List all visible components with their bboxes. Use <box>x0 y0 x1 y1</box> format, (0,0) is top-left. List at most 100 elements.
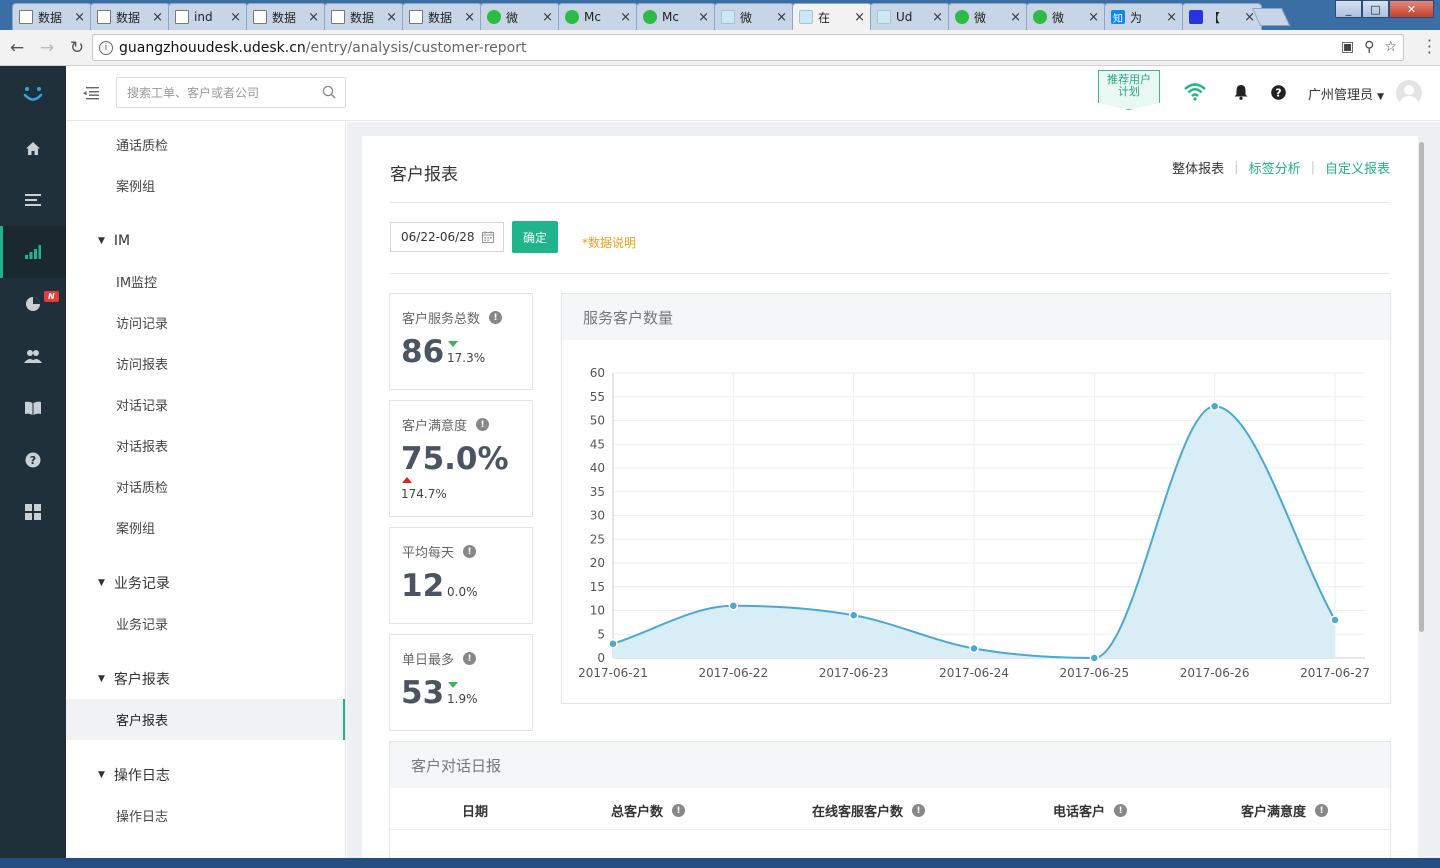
minimize-button[interactable]: _ <box>1335 0 1362 18</box>
collapse-sidebar-icon[interactable] <box>82 86 99 104</box>
date-range-picker[interactable]: 06/22-06/28 <box>390 222 504 252</box>
tickets-list-icon[interactable] <box>0 174 66 226</box>
nav-item[interactable]: 通话质检 <box>66 124 345 165</box>
page-scrollbar[interactable] <box>1418 122 1426 632</box>
cast-icon[interactable]: ▣ <box>1341 39 1354 55</box>
nav-item[interactable]: 对话质检 <box>66 466 345 507</box>
nav-item[interactable]: 访问记录 <box>66 302 345 343</box>
nav-group-header[interactable]: ▼ 操作日志 <box>66 754 345 795</box>
nav-group-header[interactable]: ▼ 客户报表 <box>66 658 345 699</box>
avatar[interactable] <box>1396 80 1422 106</box>
close-tab-icon[interactable]: × <box>308 10 319 25</box>
browser-tab[interactable]: 数据 × <box>90 3 170 30</box>
browser-tab[interactable]: Mc × <box>558 3 638 30</box>
close-tab-icon[interactable]: × <box>386 10 397 25</box>
knowledge-book-icon[interactable] <box>0 382 66 434</box>
browser-tab[interactable]: ind × <box>168 3 248 30</box>
info-icon[interactable]: ! <box>463 545 477 558</box>
site-info-icon[interactable]: i <box>99 40 113 55</box>
info-icon[interactable]: ! <box>489 311 503 324</box>
info-icon[interactable]: ! <box>463 652 477 665</box>
info-icon[interactable]: ! <box>1114 804 1128 817</box>
help-circle-icon[interactable]: ? <box>1271 85 1286 104</box>
close-tab-icon[interactable]: × <box>1010 10 1021 25</box>
analytics-icon[interactable] <box>0 226 66 278</box>
nav-item[interactable]: 对话报表 <box>66 425 345 466</box>
view-link[interactable]: 标签分析 <box>1249 158 1301 177</box>
forward-button[interactable]: → <box>34 35 60 61</box>
view-link[interactable]: 整体报表 <box>1172 158 1224 177</box>
reload-button[interactable]: ↻ <box>64 35 90 61</box>
close-tab-icon[interactable]: × <box>620 10 631 25</box>
url-bar[interactable]: i guangzhouudesk.udesk.cn/entry/analysis… <box>92 34 1404 61</box>
data-explanation-link[interactable]: *数据说明 <box>582 234 636 251</box>
column-header[interactable]: 客户满意度! <box>1241 801 1329 820</box>
browser-tab[interactable]: 微 × <box>714 3 794 30</box>
nav-group-header[interactable]: ▼ 业务记录 <box>66 562 345 603</box>
browser-tab[interactable]: 数据 × <box>402 3 482 30</box>
home-icon[interactable] <box>0 122 66 174</box>
browser-tab[interactable]: Ud × <box>870 3 950 30</box>
nav-item[interactable]: 对话记录 <box>66 384 345 425</box>
connection-wifi-icon[interactable] <box>1184 83 1206 105</box>
browser-tab[interactable]: 数据 × <box>12 3 92 30</box>
column-header[interactable]: 在线客服客户数! <box>812 801 926 820</box>
browser-tab[interactable]: Mc × <box>636 3 716 30</box>
maximize-button[interactable]: □ <box>1362 0 1389 18</box>
info-icon[interactable]: ! <box>1315 804 1329 817</box>
nav-item[interactable]: 案例组 <box>66 507 345 548</box>
customers-icon[interactable] <box>0 330 66 382</box>
stat-value: 75.0% <box>401 441 509 477</box>
nav-item[interactable]: 访问报表 <box>66 343 345 384</box>
nav-item[interactable]: IM监控 <box>66 261 345 302</box>
column-header[interactable]: 电话客户! <box>1053 801 1128 820</box>
bookmark-star-icon[interactable]: ☆ <box>1384 39 1397 55</box>
search-icon[interactable] <box>322 85 336 103</box>
close-tab-icon[interactable]: × <box>776 10 787 25</box>
close-tab-icon[interactable]: × <box>542 10 553 25</box>
browser-tab[interactable]: 微 × <box>1026 3 1106 30</box>
apps-grid-icon[interactable] <box>0 486 66 538</box>
column-header[interactable]: 总客户数! <box>611 801 686 820</box>
nav-item[interactable]: 操作日志 <box>66 795 345 836</box>
nav-item[interactable]: 客户报表 <box>66 699 345 740</box>
confirm-button[interactable]: 确定 <box>512 221 558 253</box>
udesk-logo[interactable] <box>0 66 66 122</box>
column-header[interactable]: 日期 <box>462 801 488 820</box>
back-button[interactable]: ← <box>4 35 30 61</box>
browser-tab[interactable]: 微 × <box>480 3 560 30</box>
browser-menu-icon[interactable]: · · · <box>1427 33 1432 61</box>
close-tab-icon[interactable]: × <box>230 10 241 25</box>
browser-tab[interactable]: 知为 × <box>1104 3 1184 30</box>
browser-tab[interactable]: 微 × <box>948 3 1028 30</box>
user-menu[interactable]: 广州管理员 ▼ <box>1308 84 1384 103</box>
nav-item[interactable]: 案例组 <box>66 165 345 206</box>
browser-tab[interactable]: 在 × <box>792 3 872 30</box>
close-tab-icon[interactable]: × <box>1088 10 1099 25</box>
nav-item[interactable]: 业务记录 <box>66 603 345 644</box>
help-icon[interactable]: ? <box>0 434 66 486</box>
close-tab-icon[interactable]: × <box>1166 10 1177 25</box>
extension-icon[interactable]: ⚲ <box>1364 39 1374 55</box>
browser-tab[interactable]: 数据 × <box>246 3 326 30</box>
search-input[interactable] <box>127 85 317 100</box>
close-tab-icon[interactable]: × <box>464 10 475 25</box>
scrollbar-thumb[interactable] <box>1419 142 1424 632</box>
close-tab-icon[interactable]: × <box>854 10 865 25</box>
info-icon[interactable]: ! <box>912 804 926 817</box>
reports-pie-icon[interactable]: N <box>0 278 66 330</box>
close-window-button[interactable]: ✕ <box>1389 0 1434 18</box>
referral-program-badge[interactable]: 推荐用户 计划 <box>1098 70 1160 110</box>
info-icon[interactable]: ! <box>476 418 490 431</box>
browser-tab[interactable]: 【× <box>1182 3 1262 30</box>
view-link[interactable]: 自定义报表 <box>1325 158 1390 177</box>
close-tab-icon[interactable]: × <box>698 10 709 25</box>
close-tab-icon[interactable]: × <box>932 10 943 25</box>
browser-tab[interactable]: 数据 × <box>324 3 404 30</box>
close-tab-icon[interactable]: × <box>152 10 163 25</box>
info-icon[interactable]: ! <box>672 804 686 817</box>
notification-bell-icon[interactable] <box>1234 84 1248 104</box>
nav-group-header[interactable]: ▼ IM <box>66 220 345 261</box>
data-point <box>608 639 618 649</box>
close-tab-icon[interactable]: × <box>74 10 85 25</box>
